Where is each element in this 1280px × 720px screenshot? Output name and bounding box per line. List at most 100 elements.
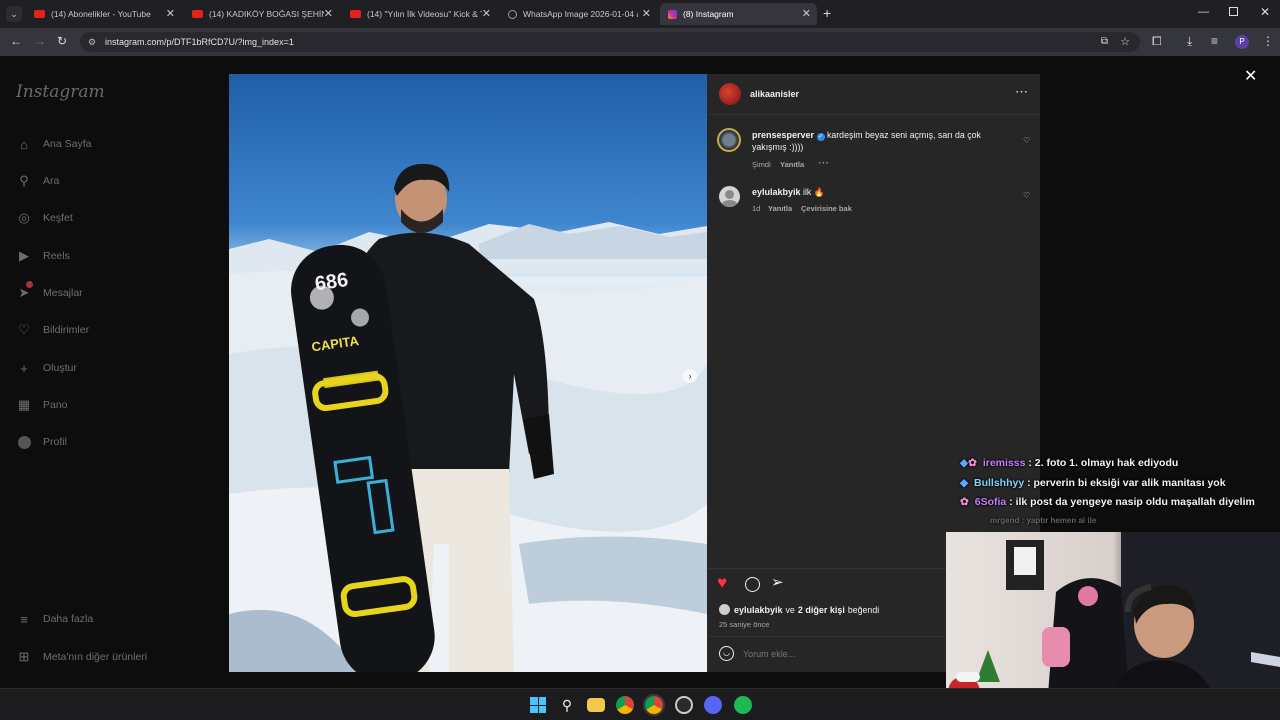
close-icon[interactable]: ✕	[166, 7, 175, 20]
install-app-icon[interactable]: ⧉	[1101, 32, 1108, 52]
share-icon[interactable]: ➢	[771, 573, 784, 591]
back-icon[interactable]: ←	[10, 34, 22, 48]
sidebar-item-search[interactable]: ⚲ Ara	[16, 171, 59, 191]
minimize-button[interactable]: —	[1198, 6, 1209, 18]
liker-avatar[interactable]	[719, 604, 730, 615]
author-avatar[interactable]	[719, 83, 741, 105]
post-time-ago: 25 saniye önce	[719, 620, 770, 629]
emoji-icon[interactable]: ◡	[719, 646, 734, 661]
extensions-icon[interactable]: ⧠	[1152, 34, 1162, 49]
comment-username[interactable]: eylulakbyik	[752, 187, 801, 197]
home-icon: ⌂	[20, 136, 28, 152]
spotify-icon[interactable]	[734, 696, 752, 714]
windows-start-icon[interactable]	[529, 696, 547, 714]
post-photo[interactable]: 686 CAPITA ›	[229, 74, 707, 672]
close-modal-button[interactable]: ✕	[1244, 66, 1257, 86]
close-icon[interactable]: ✕	[324, 7, 333, 20]
more-options-icon[interactable]: ⋯	[1015, 84, 1028, 100]
reels-icon: ▶	[19, 248, 29, 263]
bookmark-star-icon[interactable]: ☆	[1120, 32, 1130, 52]
comment-icon[interactable]	[745, 577, 760, 592]
close-icon[interactable]: ✕	[802, 7, 811, 20]
site-info-icon[interactable]: ⚙	[88, 32, 96, 52]
snowboard-brand-text: 686	[313, 269, 349, 295]
globe-icon	[508, 9, 517, 19]
comment-avatar[interactable]	[719, 186, 740, 207]
chrome-active-icon[interactable]	[643, 694, 665, 716]
comment-like-icon[interactable]: ♡	[1023, 191, 1030, 200]
comment-body: prensesperver ✓ kardeşim beyaz seni açmı…	[752, 130, 992, 153]
file-explorer-icon[interactable]	[587, 698, 605, 712]
forward-icon[interactable]: →	[34, 34, 46, 48]
comment-like-icon[interactable]: ♡	[1023, 136, 1030, 145]
reload-icon[interactable]: ↻	[57, 34, 67, 48]
search-icon[interactable]: ⚲	[558, 696, 576, 714]
like-heart-icon[interactable]: ♥	[717, 573, 727, 593]
messenger-icon: ➤	[16, 281, 33, 301]
search-icon: ⚲	[19, 173, 29, 188]
header-divider	[707, 114, 1040, 115]
notification-badge	[26, 281, 33, 288]
tab-instagram[interactable]: (8) Instagram ✕	[660, 3, 817, 25]
sidebar-item-home[interactable]: ⌂ Ana Sayfa	[16, 134, 91, 154]
browser-toolbar: ← → ↻ ⚙ instagram.com/p/DTF1bRfCD7U/?img…	[0, 28, 1280, 56]
profile-avatar[interactable]: P	[1235, 35, 1249, 49]
chat-username: mrgend	[990, 516, 1020, 525]
restore-button[interactable]	[1229, 7, 1238, 16]
comment-time: 1d	[752, 204, 761, 213]
see-translation-button[interactable]: Çevirisine bak	[801, 204, 852, 213]
reply-button[interactable]: Yanıtla	[768, 204, 792, 213]
sidebar-item-profile[interactable]: Profil	[16, 432, 67, 452]
liker-username[interactable]: eylulakbyik	[734, 605, 783, 615]
chat-message: ✿ 6Sofia : ilk post da yengeye nasip old…	[960, 496, 1255, 508]
close-icon[interactable]: ✕	[642, 7, 651, 20]
sidebar-item-explore[interactable]: ◎ Keşfet	[16, 208, 72, 228]
tab-search-menu[interactable]: ⌄	[6, 6, 22, 22]
chat-username: iremisss	[982, 457, 1026, 469]
tab-youtube-video-1[interactable]: (14) KADIKÖY BOĞASI ŞEHİNŞAH ✕	[184, 3, 339, 25]
youtube-icon	[192, 10, 203, 18]
instagram-logo[interactable]: Instagram	[16, 82, 105, 102]
download-icon[interactable]: ⤓	[1187, 34, 1192, 49]
sidebar-item-reels[interactable]: ▶ Reels	[16, 246, 70, 266]
sidebar-item-notifications[interactable]: ♡ Bildirimler	[16, 320, 89, 340]
author-username[interactable]: alikaanisler	[750, 89, 799, 99]
comment-options-icon[interactable]: ⋯	[818, 156, 829, 169]
comment-text: ilk 🔥	[802, 187, 825, 197]
chat-username: Bullshhyy	[974, 477, 1025, 489]
sidebar-item-create[interactable]: + Oluştur	[16, 358, 77, 378]
likes-others-link[interactable]: 2 diğer kişi	[798, 605, 845, 615]
sidebar-item-more[interactable]: ≡ Daha fazla	[16, 609, 93, 629]
chart-icon: ▦	[17, 397, 31, 412]
chat-message-faded: mrgend : yaptır hemen ai ile	[990, 516, 1096, 525]
reading-list-icon[interactable]: ≡	[1211, 34, 1218, 48]
chat-text: : yaptır hemen ai ile	[1021, 516, 1097, 525]
chat-username: 6Sofia	[974, 496, 1007, 508]
close-icon[interactable]: ✕	[482, 7, 491, 20]
reply-button[interactable]: Yanıtla	[780, 160, 804, 169]
sidebar-item-meta-products[interactable]: ⊞ Meta'nın diğer ürünleri	[16, 647, 148, 667]
tab-youtube-video-2[interactable]: (14) "Yılın İlk Videosu" Kick & T ✕	[342, 3, 497, 25]
comment-avatar[interactable]	[717, 128, 741, 152]
close-window-button[interactable]: ✕	[1260, 5, 1270, 19]
tab-whatsapp-image[interactable]: WhatsApp Image 2026-01-04 a ✕	[500, 3, 657, 25]
meta-icon: ⊞	[18, 649, 30, 664]
verified-badge-icon: ✓	[816, 133, 825, 141]
sidebar-item-messages[interactable]: ➤ Mesajlar	[16, 281, 83, 303]
likes-joiner: ve	[785, 604, 795, 615]
instagram-icon	[668, 9, 677, 19]
address-bar[interactable]: ⚙ instagram.com/p/DTF1bRfCD7U/?img_index…	[80, 32, 1140, 52]
next-image-button[interactable]: ›	[683, 369, 697, 383]
chat-badge-icon: ✿	[968, 457, 977, 469]
discord-icon[interactable]	[704, 696, 722, 714]
avatar-icon	[16, 434, 32, 450]
sidebar-item-dashboard[interactable]: ▦ Pano	[16, 395, 68, 415]
comment-username[interactable]: prensesperver	[752, 130, 814, 140]
app-icon[interactable]	[675, 696, 693, 714]
comment-input[interactable]	[743, 646, 943, 662]
new-tab-button[interactable]: +	[823, 5, 831, 21]
tab-youtube-subscriptions[interactable]: (14) Abonelikler - YouTube ✕	[26, 3, 181, 25]
menu-kebab-icon[interactable]: ⋮	[1262, 34, 1274, 48]
chrome-icon[interactable]	[616, 696, 634, 714]
compass-icon: ◎	[18, 210, 30, 225]
